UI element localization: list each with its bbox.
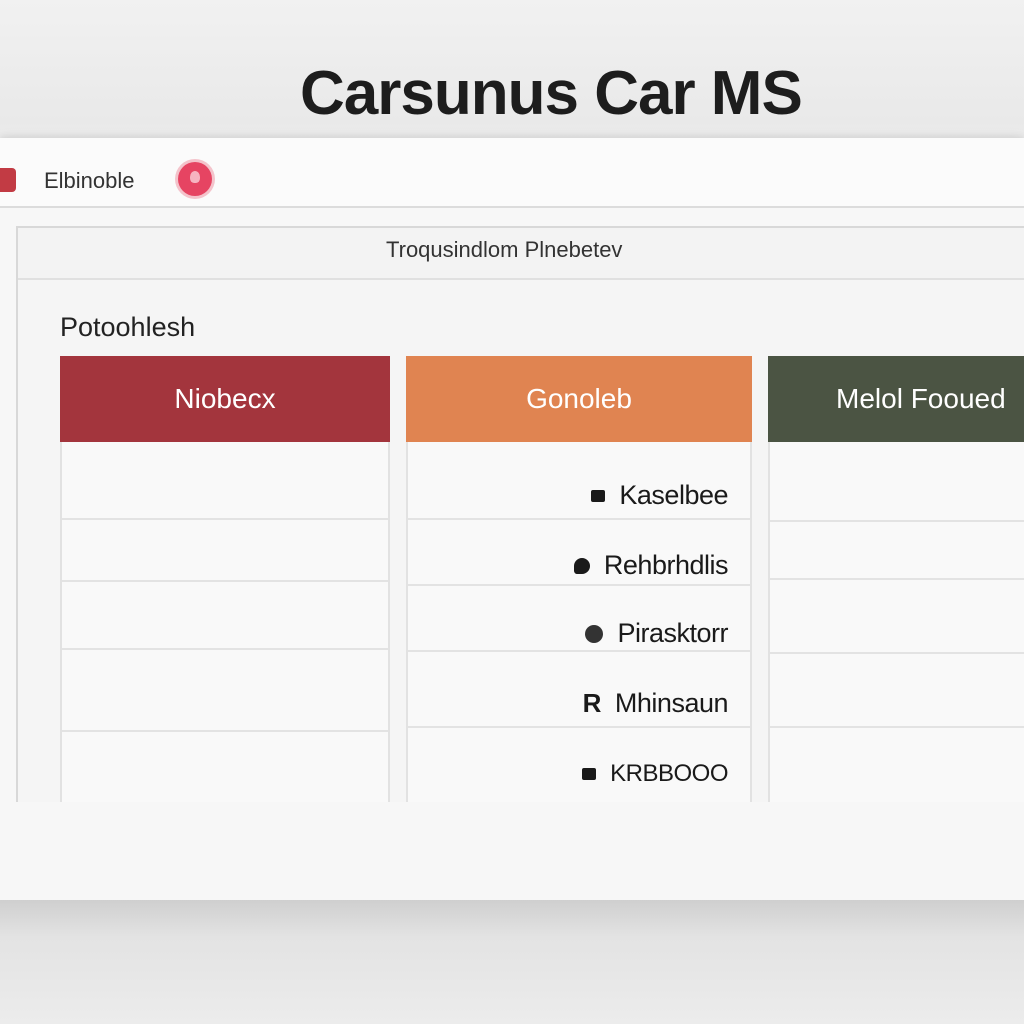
background-strip: [0, 900, 1024, 1024]
list-item[interactable]: Pirasktorr: [585, 618, 728, 649]
row-divider: [770, 726, 1024, 728]
row-divider: [408, 726, 750, 728]
list-item-label: Mhinsaun: [614, 688, 729, 718]
list-item-label: Kaselbee: [619, 480, 728, 510]
column-header-2[interactable]: Gonoleb: [406, 356, 752, 442]
app-window: Elbinoble Troqusindlom Plnebetev Potoohl…: [0, 138, 1024, 900]
app-title: Carsunus Car MS: [300, 59, 803, 128]
top-bar: Elbinoble: [0, 138, 1024, 208]
car-icon[interactable]: [0, 168, 16, 192]
list-item[interactable]: KRBBOOO: [582, 760, 728, 788]
section-label: Potoohlesh: [60, 312, 196, 342]
notification-icon[interactable]: [178, 162, 212, 196]
row-divider: [62, 518, 388, 520]
row-divider: [770, 520, 1024, 522]
panel-header: Troqusindlom Plnebetev: [18, 228, 1024, 280]
square-bullet-icon: [591, 489, 606, 502]
circle-bullet-icon: [585, 624, 604, 643]
row-divider: [770, 578, 1024, 580]
column-body-3: [768, 442, 1024, 802]
list-item[interactable]: Kaselbee: [591, 480, 728, 511]
brand-label[interactable]: Elbinoble: [44, 168, 135, 194]
row-divider: [408, 518, 750, 520]
row-divider: [408, 650, 750, 652]
column-header-1[interactable]: Niobecx: [60, 356, 390, 442]
row-divider: [62, 730, 388, 732]
board-column-3: Melol Fooued: [768, 356, 1024, 802]
board-column-1: Niobecx: [60, 356, 390, 802]
row-divider: [770, 652, 1024, 654]
board-column-2: Gonoleb Kaselbee Rehbrhdlis Pirasktorr R…: [406, 356, 752, 802]
content-panel: Troqusindlom Plnebetev Potoohlesh Niobec…: [16, 226, 1024, 802]
panel-title: Troqusindlom Plnebetev: [386, 237, 623, 262]
list-item-label: Rehbrhdlis: [603, 550, 729, 580]
list-item[interactable]: R Mhinsaun: [582, 688, 729, 719]
row-divider: [62, 580, 388, 582]
row-divider: [408, 584, 750, 586]
list-item-label: KRBBOOO: [610, 760, 728, 787]
column-body-2: Kaselbee Rehbrhdlis Pirasktorr R Mhinsau…: [406, 442, 752, 802]
column-body-1: [60, 442, 390, 802]
list-item[interactable]: Rehbrhdlis: [573, 550, 729, 581]
list-item-marker: R: [582, 688, 602, 718]
row-divider: [62, 648, 388, 650]
square-bullet-icon: [582, 768, 597, 780]
bubble-bullet-icon: [573, 557, 590, 574]
app-stage: Carsunus Car MS Elbinoble Troqusindlom P…: [0, 0, 1024, 1024]
column-header-3[interactable]: Melol Fooued: [768, 356, 1024, 442]
list-item-label: Pirasktorr: [617, 618, 728, 648]
